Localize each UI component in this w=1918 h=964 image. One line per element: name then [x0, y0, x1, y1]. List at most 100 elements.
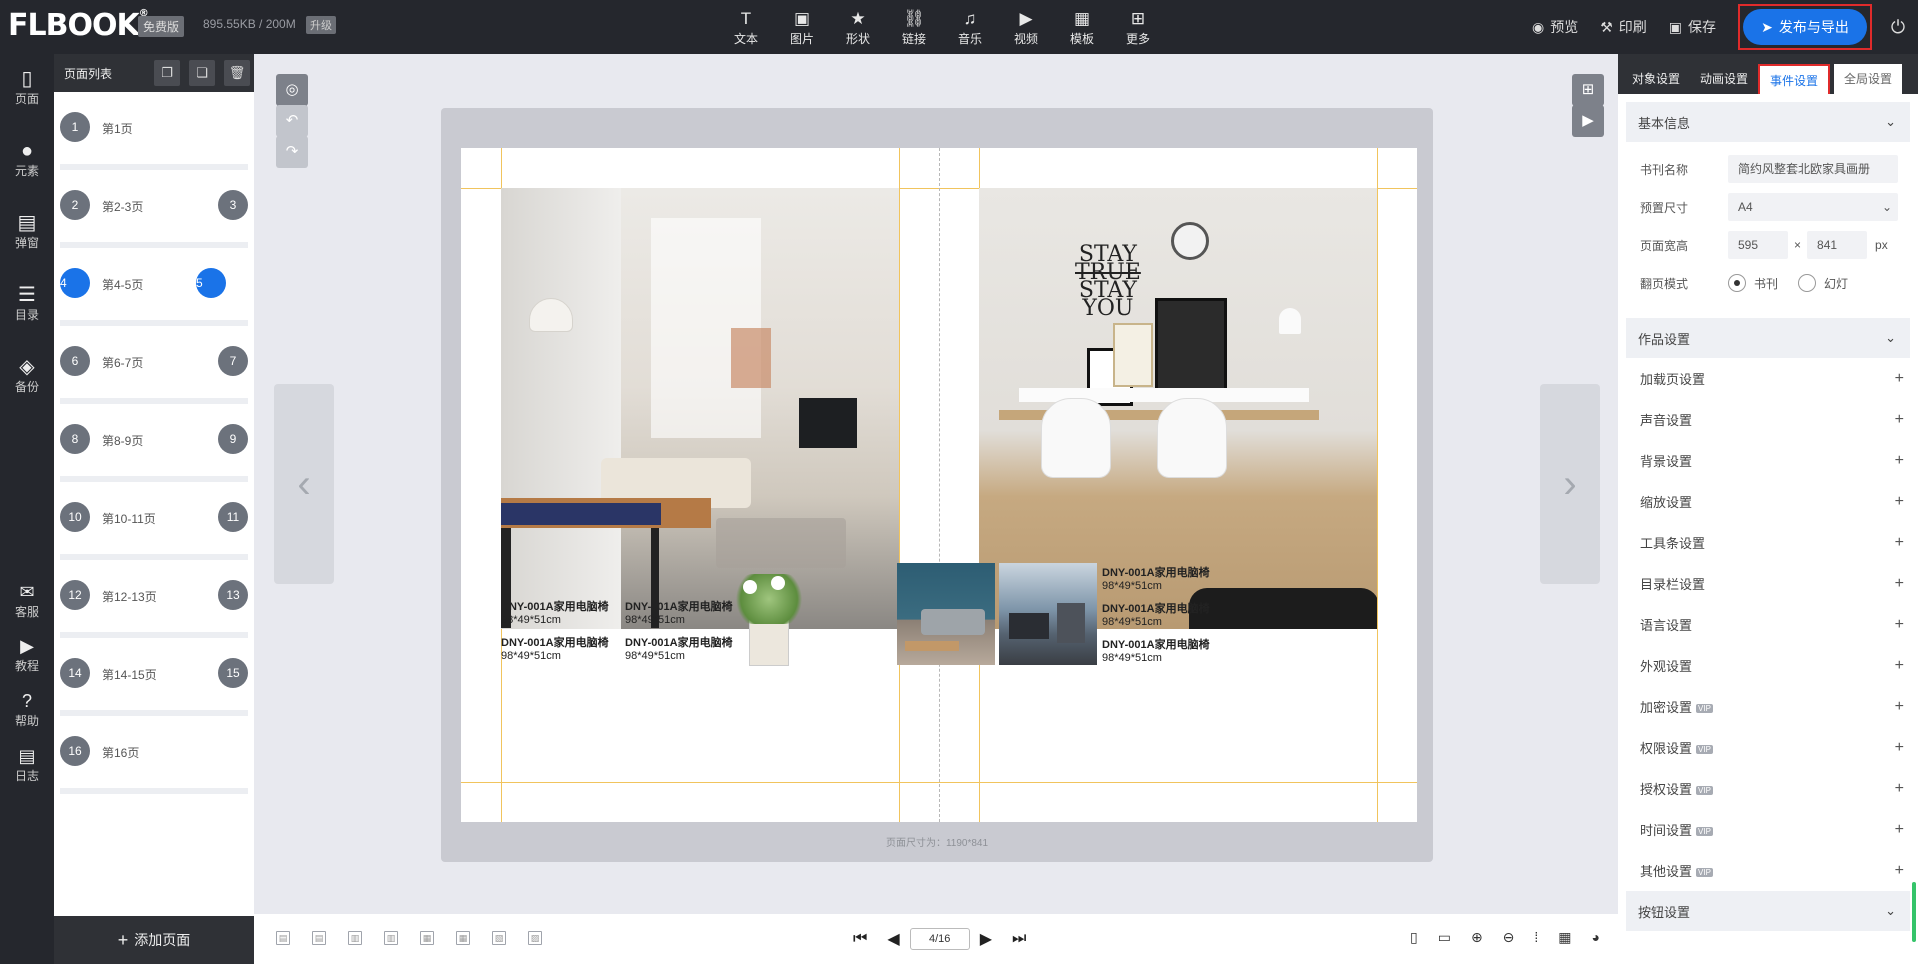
nav-element[interactable]: ● 元素 — [0, 126, 54, 198]
nav-popup[interactable]: ▤ 弹窗 — [0, 198, 54, 270]
plus-icon[interactable]: + — [1895, 411, 1904, 429]
theme-icon[interactable]: ◕ — [1592, 929, 1600, 946]
align-center-v-icon[interactable]: ▦ — [420, 931, 434, 945]
save-button[interactable]: ▣ 保存 — [1669, 17, 1716, 37]
flip-slide-radio[interactable] — [1798, 274, 1817, 292]
plus-icon[interactable]: + — [1895, 821, 1904, 839]
nav-tutorial[interactable]: ▶ 教程 — [0, 636, 54, 674]
plus-icon[interactable]: + — [1895, 370, 1904, 388]
align-top-icon[interactable]: ▥ — [348, 931, 362, 945]
settings-row[interactable]: 背景设置 + — [1618, 440, 1918, 481]
reset-icon[interactable]: ◎ — [276, 74, 308, 106]
plus-icon[interactable]: + — [1895, 616, 1904, 634]
page-list-item[interactable]: 16 第16页 — [60, 724, 248, 794]
plus-icon[interactable]: + — [1895, 452, 1904, 470]
plus-icon[interactable]: + — [1895, 493, 1904, 511]
tool-more[interactable]: ⊞ 更多 — [1110, 8, 1166, 47]
tab-object-settings[interactable]: 对象设置 — [1622, 64, 1690, 94]
align-left-icon[interactable]: ▤ — [276, 931, 290, 945]
settings-row[interactable]: 加载页设置 + — [1618, 358, 1918, 399]
page-list-item[interactable]: 14 第14-15页 15 — [60, 646, 248, 716]
align-bottom-icon[interactable]: ▥ — [384, 931, 398, 945]
distribute-h-icon[interactable]: ▧ — [492, 931, 506, 945]
settings-row[interactable]: 授权设置 VIP + — [1618, 768, 1918, 809]
page-list-item[interactable]: 6 第6-7页 7 — [60, 334, 248, 404]
play-icon[interactable]: ▶ — [1572, 105, 1604, 137]
grid-icon[interactable]: ▦ — [1558, 929, 1571, 946]
prev-page-arrow[interactable]: ‹ — [274, 384, 334, 584]
add-page-icon[interactable]: ⊞ — [1572, 74, 1604, 106]
double-page-icon[interactable]: ▭ — [1438, 929, 1451, 946]
product-label[interactable]: DNY-001A家用电脑椅 98*49*51cm — [1102, 564, 1210, 592]
tool-image[interactable]: ▣ 图片 — [774, 8, 830, 47]
calla-lily-vase-photo[interactable] — [719, 570, 815, 666]
redo-icon[interactable]: ↷ — [276, 136, 308, 168]
nav-help[interactable]: ? 帮助 — [0, 691, 54, 729]
page-list-item[interactable]: 4 第4-5页 5 — [60, 256, 248, 326]
settings-row[interactable]: 外观设置 + — [1618, 645, 1918, 686]
living-room-photo[interactable] — [501, 188, 899, 629]
product-label[interactable]: DNY-001A家用电脑椅 98*49*51cm — [1102, 600, 1210, 628]
page-list-item[interactable]: 10 第10-11页 11 — [60, 490, 248, 560]
nav-log[interactable]: ▤ 日志 — [0, 746, 54, 784]
product-label[interactable]: DNY-001A家用电脑椅 98*49*51cm — [501, 634, 609, 662]
plus-icon[interactable]: + — [1895, 739, 1904, 757]
preview-button[interactable]: ◉ 预览 — [1532, 17, 1578, 37]
nav-toc[interactable]: ☰ 目录 — [0, 270, 54, 342]
align-center-h-icon[interactable]: ▦ — [456, 931, 470, 945]
preset-size-select[interactable]: A4 ⌄ — [1728, 193, 1898, 221]
basic-info-section[interactable]: 基本信息 ⌄ — [1626, 102, 1910, 142]
page-list-item[interactable]: 8 第8-9页 9 — [60, 412, 248, 482]
page-height-input[interactable]: 841 — [1807, 231, 1868, 259]
duplicate-page-icon[interactable]: ❏ — [189, 60, 215, 86]
publish-export-button[interactable]: ➤ 发布与导出 — [1743, 9, 1867, 45]
prev-page-icon[interactable]: ◀ — [887, 929, 899, 949]
product-label[interactable]: DNY-001A家用电脑椅 98*49*51cm — [625, 634, 733, 662]
product-label[interactable]: DNY-001A家用电脑椅 98*49*51cm — [625, 598, 733, 626]
tool-music[interactable]: ♫ 音乐 — [942, 8, 998, 47]
guide-lines-icon[interactable]: ⁞ — [1534, 929, 1538, 946]
plus-icon[interactable]: + — [1895, 780, 1904, 798]
tool-text[interactable]: T 文本 — [718, 8, 774, 47]
settings-row[interactable]: 缩放设置 + — [1618, 481, 1918, 522]
tab-global-settings[interactable]: 全局设置 — [1834, 64, 1903, 94]
settings-row[interactable]: 时间设置 VIP + — [1618, 809, 1918, 850]
upgrade-button[interactable]: 升级 — [306, 16, 336, 34]
power-icon[interactable]: ⏻ — [1878, 17, 1918, 38]
product-label[interactable]: DNY-001A家用电脑椅 98*49*51cm — [1102, 636, 1210, 664]
single-page-icon[interactable]: ▯ — [1410, 929, 1418, 946]
undo-icon[interactable]: ↶ — [276, 105, 308, 137]
page-list-item[interactable]: 12 第12-13页 13 — [60, 568, 248, 638]
settings-row[interactable]: 加密设置 VIP + — [1618, 686, 1918, 727]
button-settings-section[interactable]: 按钮设置 ⌄ — [1626, 891, 1910, 931]
page-list-item[interactable]: 2 第2-3页 3 — [60, 178, 248, 248]
tool-shape[interactable]: ★ 形状 — [830, 8, 886, 47]
tab-animation-settings[interactable]: 动画设置 — [1690, 64, 1758, 94]
first-page-icon[interactable]: ⏮ — [853, 930, 867, 948]
settings-row[interactable]: 其他设置 VIP + — [1618, 850, 1918, 891]
tool-link[interactable]: ⛓ 链接 — [886, 8, 942, 47]
office-room-photo[interactable] — [999, 563, 1097, 665]
plus-icon[interactable]: + — [1895, 862, 1904, 880]
nav-support[interactable]: ✉ 客服 — [0, 582, 54, 620]
settings-row[interactable]: 声音设置 + — [1618, 399, 1918, 440]
flip-book-radio[interactable] — [1728, 274, 1746, 292]
settings-row[interactable]: 目录栏设置 + — [1618, 563, 1918, 604]
zoom-in-icon[interactable]: ⊕ — [1471, 929, 1483, 946]
tool-template[interactable]: ▦ 模板 — [1054, 8, 1110, 47]
settings-row[interactable]: 权限设置 VIP + — [1618, 727, 1918, 768]
book-name-input[interactable]: 简约风整套北欧家具画册 — [1728, 155, 1898, 183]
nav-page[interactable]: ▯ 页面 — [0, 54, 54, 126]
product-label[interactable]: DNY-001A家用电脑椅 98*49*51cm — [501, 598, 609, 626]
plus-icon[interactable]: + — [1895, 657, 1904, 675]
distribute-v-icon[interactable]: ▨ — [528, 931, 542, 945]
tab-event-settings[interactable]: 事件设置 — [1758, 64, 1831, 94]
print-button[interactable]: ⚒ 印刷 — [1600, 17, 1647, 37]
zoom-out-icon[interactable]: ⊖ — [1503, 929, 1515, 946]
sofa-room-photo[interactable] — [897, 563, 995, 665]
plus-icon[interactable]: + — [1895, 698, 1904, 716]
next-page-icon[interactable]: ▶ — [980, 929, 992, 949]
page-list-item[interactable]: 1 第1页 — [60, 100, 248, 170]
works-settings-section[interactable]: 作品设置 ⌄ — [1626, 318, 1910, 358]
last-page-icon[interactable]: ⏭ — [1012, 930, 1026, 948]
